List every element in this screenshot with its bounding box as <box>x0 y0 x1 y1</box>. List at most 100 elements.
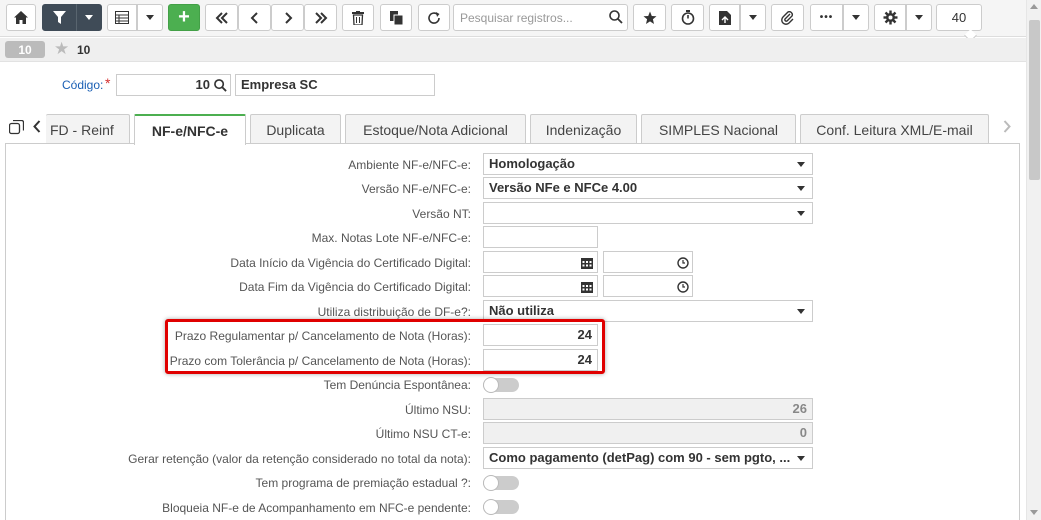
tab-estoque-nota-adicional[interactable]: Estoque/Nota Adicional <box>345 114 526 144</box>
more-button[interactable]: ••• <box>810 4 843 31</box>
settings-dropdown-button[interactable] <box>906 4 932 31</box>
clock-icon[interactable] <box>677 256 689 274</box>
grid-icon <box>115 11 129 24</box>
chevron-down-icon <box>146 15 154 20</box>
ultimo-nsu-cte-input: 0 <box>483 422 813 444</box>
record-badge: 10 <box>5 41 45 58</box>
refresh-icon <box>427 11 441 25</box>
tab-list-icon[interactable] <box>8 119 25 138</box>
empresa-field: Empresa SC <box>235 74 435 96</box>
denuncia-toggle[interactable] <box>483 377 519 393</box>
data-fim-label: Data Fim da Vigência do Certificado Digi… <box>239 280 471 294</box>
distribuicao-label: Utiliza distribuição de DF-e?: <box>317 305 471 319</box>
codigo-field[interactable]: 10 <box>116 74 231 96</box>
filter-button[interactable] <box>42 4 76 31</box>
clock-icon[interactable] <box>677 280 689 298</box>
chevron-down-icon <box>852 15 860 20</box>
refresh-button[interactable] <box>418 4 450 31</box>
filter-icon <box>52 11 66 24</box>
timer-button[interactable] <box>671 4 704 31</box>
last-record-button[interactable] <box>304 4 337 31</box>
attachment-button[interactable] <box>771 4 804 31</box>
grid-view-button[interactable] <box>107 4 137 31</box>
last-icon <box>314 11 328 24</box>
more-icon: ••• <box>819 12 834 23</box>
calendar-icon[interactable] <box>581 256 593 274</box>
chevron-down-icon <box>797 456 805 461</box>
search-input[interactable] <box>454 5 604 30</box>
scrollbar-thumb[interactable] <box>1029 20 1040 180</box>
chevron-down-icon <box>915 15 923 20</box>
gerar-retencao-label: Gerar retenção (valor da retenção consid… <box>128 452 471 466</box>
home-button[interactable] <box>6 4 36 31</box>
next-record-button[interactable] <box>271 4 304 31</box>
tabs-scroll-left-icon[interactable] <box>33 120 41 136</box>
gerar-retencao-select[interactable]: Como pagamento (detPag) com 90 - sem pgt… <box>483 447 813 469</box>
app-window: + Pesquisar registros... ••• 40 10 ★ 10 … <box>0 0 1041 520</box>
timer-icon <box>681 10 695 25</box>
codigo-value: 10 <box>195 77 210 92</box>
tab-conf-leitura-xml[interactable]: Conf. Leitura XML/E-mail <box>800 114 989 144</box>
codigo-label: Código: <box>62 78 104 92</box>
chevron-down-icon <box>797 211 805 216</box>
data-fim-time-input[interactable] <box>603 275 693 297</box>
search-icon[interactable] <box>214 78 227 98</box>
search-box[interactable] <box>453 4 628 31</box>
trash-icon <box>352 10 364 25</box>
first-record-button[interactable] <box>205 4 238 31</box>
chevron-down-icon <box>85 15 93 20</box>
versao-nt-label: Versão NT: <box>412 207 471 221</box>
search-icon[interactable] <box>609 10 623 29</box>
previous-record-button[interactable] <box>238 4 271 31</box>
ambiente-label: Ambiente NF-e/NFC-e: <box>348 158 471 172</box>
chevron-down-icon <box>797 309 805 314</box>
chevron-down-icon <box>797 186 805 191</box>
record-bar: 10 ★ 10 <box>0 38 1026 62</box>
gear-icon <box>883 10 898 25</box>
more-dropdown-button[interactable] <box>843 4 869 31</box>
next-icon <box>283 11 293 24</box>
required-marker: * <box>105 75 111 91</box>
tabs-scroll-right-icon[interactable] <box>1003 120 1011 136</box>
first-icon <box>215 11 229 24</box>
favorite-button[interactable] <box>633 4 666 31</box>
premiacao-label: Tem programa de premiação estadual ?: <box>255 476 471 490</box>
tab-indenizacao[interactable]: Indenização <box>530 114 637 144</box>
ultimo-nsu-cte-label: Último NSU CT-e: <box>375 427 471 441</box>
delete-button[interactable] <box>342 4 374 31</box>
report-dropdown-button[interactable] <box>740 4 766 31</box>
scroll-down-icon[interactable] <box>1030 510 1038 515</box>
copy-icon <box>389 10 403 25</box>
scrollbar[interactable] <box>1026 0 1041 520</box>
report-button[interactable] <box>709 4 740 31</box>
tab-fd-reinf[interactable]: FD - Reinf <box>46 114 130 144</box>
chevron-down-icon <box>749 15 757 20</box>
home-icon <box>14 11 28 24</box>
bloqueia-toggle[interactable] <box>483 499 519 515</box>
scroll-up-icon[interactable] <box>1030 4 1038 9</box>
calendar-icon[interactable] <box>581 280 593 298</box>
tab-nfe-nfce[interactable]: NF-e/NFC-e <box>134 114 246 145</box>
data-fim-date-input[interactable] <box>483 275 598 297</box>
premiacao-toggle[interactable] <box>483 475 519 491</box>
versao-nt-select[interactable] <box>483 202 813 224</box>
copy-button[interactable] <box>380 4 412 31</box>
versao-label: Versão NF-e/NFC-e: <box>361 182 471 196</box>
add-button[interactable]: + <box>168 4 200 31</box>
tab-duplicata[interactable]: Duplicata <box>250 114 341 144</box>
data-inicio-time-input[interactable] <box>603 251 693 273</box>
max-notas-label: Max. Notas Lote NF-e/NFC-e: <box>311 231 471 245</box>
versao-select[interactable]: Versão NFe e NFCe 4.00 <box>483 177 813 199</box>
settings-button[interactable] <box>874 4 906 31</box>
ambiente-select[interactable]: Homologação <box>483 153 813 175</box>
grid-dropdown-button[interactable] <box>137 4 163 31</box>
tab-simples-nacional[interactable]: SIMPLES Nacional <box>641 114 796 144</box>
chevron-down-icon <box>797 162 805 167</box>
data-inicio-date-input[interactable] <box>483 251 598 273</box>
max-notas-input[interactable] <box>483 226 598 248</box>
record-number: 10 <box>77 43 91 57</box>
star-icon[interactable]: ★ <box>54 40 69 58</box>
filter-dropdown-button[interactable] <box>76 4 102 31</box>
ultimo-nsu-input: 26 <box>483 398 813 420</box>
page-size-input[interactable]: 40 <box>936 4 982 31</box>
